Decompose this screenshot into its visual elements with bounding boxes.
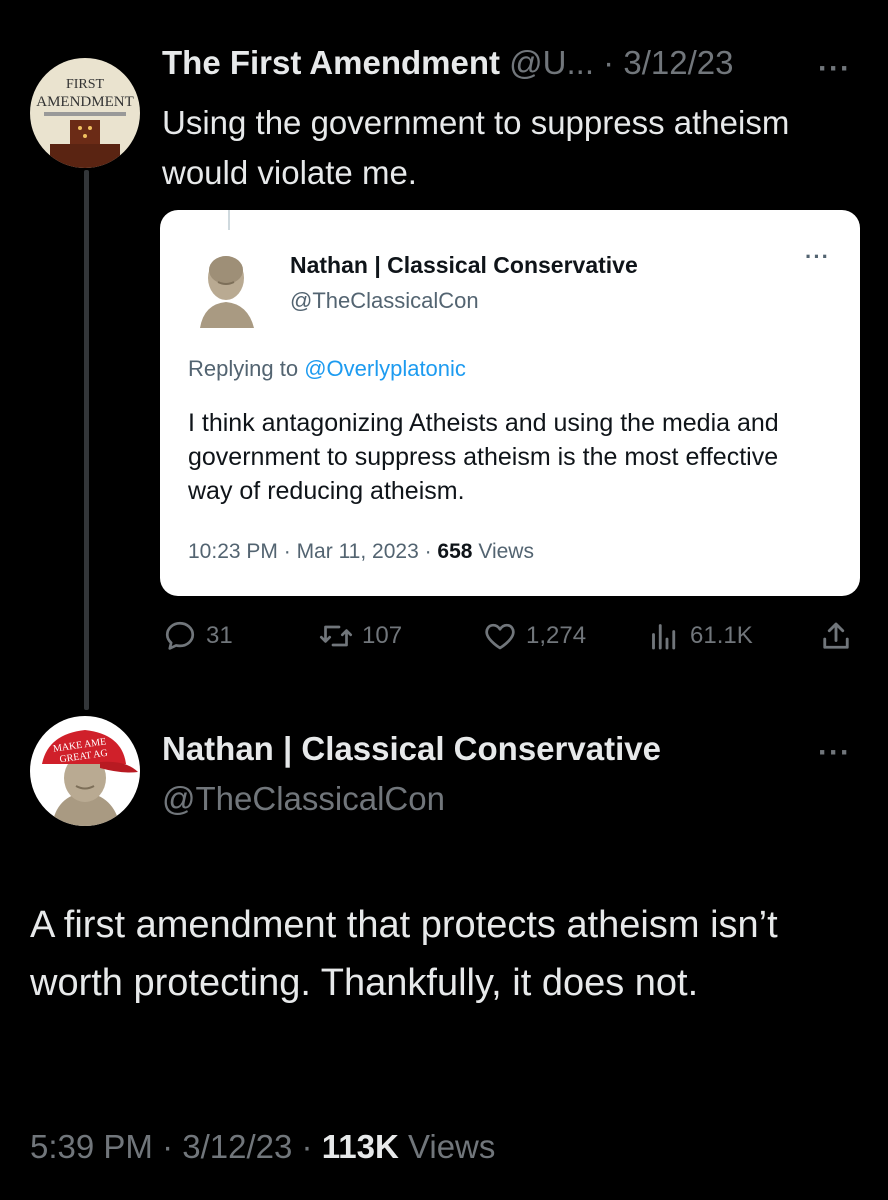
quote-views-label: Views — [478, 540, 534, 563]
quote-text: I think antagonizing Atheists and using … — [188, 409, 779, 505]
tweet1-handle[interactable]: @U... — [509, 44, 594, 81]
tweet2-separator: · — [301, 1128, 322, 1165]
retweet-icon — [319, 625, 353, 647]
replying-to-label: Replying to — [188, 356, 305, 381]
quote-separator: · — [283, 540, 297, 563]
heart-icon — [485, 623, 515, 650]
tweet2-more-button[interactable]: ··· — [818, 738, 851, 768]
quote-avatar[interactable] — [192, 248, 260, 328]
quote-more-button[interactable]: ··· — [805, 244, 830, 270]
tweet2-views-label: Views — [407, 1128, 496, 1165]
avatar-label-top: FIRST — [66, 77, 105, 92]
quote-views-count: 658 — [437, 540, 473, 563]
like-count: 1,274 — [526, 622, 587, 649]
tweet2-separator: · — [162, 1128, 183, 1165]
reply-count: 31 — [206, 622, 233, 649]
tweet1-text: Using the government to suppress atheism… — [162, 104, 790, 191]
quote-date[interactable]: Mar 11, 2023 — [297, 540, 419, 563]
tweet2-meta: 5:39 PM · 3/12/23 · 113K Views — [30, 1128, 495, 1166]
views-button[interactable]: 61.1K — [646, 618, 753, 654]
tweet1-action-bar: 31 107 1,274 61.1K — [0, 618, 888, 658]
reply-button[interactable]: 31 — [162, 618, 233, 654]
like-button[interactable]: 1,274 — [482, 618, 586, 654]
quote-thread-stub — [228, 210, 230, 230]
views-count: 61.1K — [690, 622, 753, 649]
tweet2-time[interactable]: 5:39 PM — [30, 1128, 153, 1165]
quote-author-name[interactable]: Nathan | Classical Conservative — [290, 252, 638, 279]
tweet1-more-button[interactable]: ··· — [818, 54, 851, 84]
reply-icon — [165, 621, 195, 650]
tweet2-handle[interactable]: @TheClassicalCon — [162, 780, 445, 818]
tweet2-author-name[interactable]: Nathan | Classical Conservative — [162, 730, 661, 768]
quote-meta: 10:23 PM · Mar 11, 2023 · 658 Views — [188, 540, 534, 564]
tweet1-separator: · — [603, 44, 615, 81]
avatar-first-amendment[interactable]: FIRST AMENDMENT — [30, 58, 140, 168]
tweet2-text: A first amendment that protects atheism … — [30, 904, 778, 1004]
tweet2-views-count: 113K — [321, 1128, 399, 1165]
avatar-label-bottom: AMENDMENT — [36, 94, 134, 110]
quote-time[interactable]: 10:23 PM — [188, 540, 278, 563]
quote-author-handle[interactable]: @TheClassicalCon — [290, 288, 479, 314]
quoted-tweet-card[interactable]: Nathan | Classical Conservative @TheClas… — [160, 210, 860, 596]
quote-separator: · — [424, 540, 438, 563]
retweet-count: 107 — [362, 622, 403, 649]
tweet2-date[interactable]: 3/12/23 — [182, 1128, 292, 1165]
replying-to-handle-link[interactable]: @Overlyplatonic — [304, 356, 466, 381]
share-button[interactable] — [818, 618, 854, 654]
avatar-classical-con[interactable]: MAKE AME GREAT AG — [30, 716, 140, 826]
quote-replying-to: Replying to @Overlyplatonic — [188, 356, 466, 382]
tweet1-date[interactable]: 3/12/23 — [623, 44, 733, 81]
tweet1-author-name[interactable]: The First Amendment — [162, 44, 500, 81]
views-icon — [652, 624, 676, 650]
tweet1-header: The First Amendment @U... · 3/12/23 — [162, 44, 733, 82]
share-icon — [823, 622, 849, 649]
retweet-button[interactable]: 107 — [318, 618, 402, 654]
